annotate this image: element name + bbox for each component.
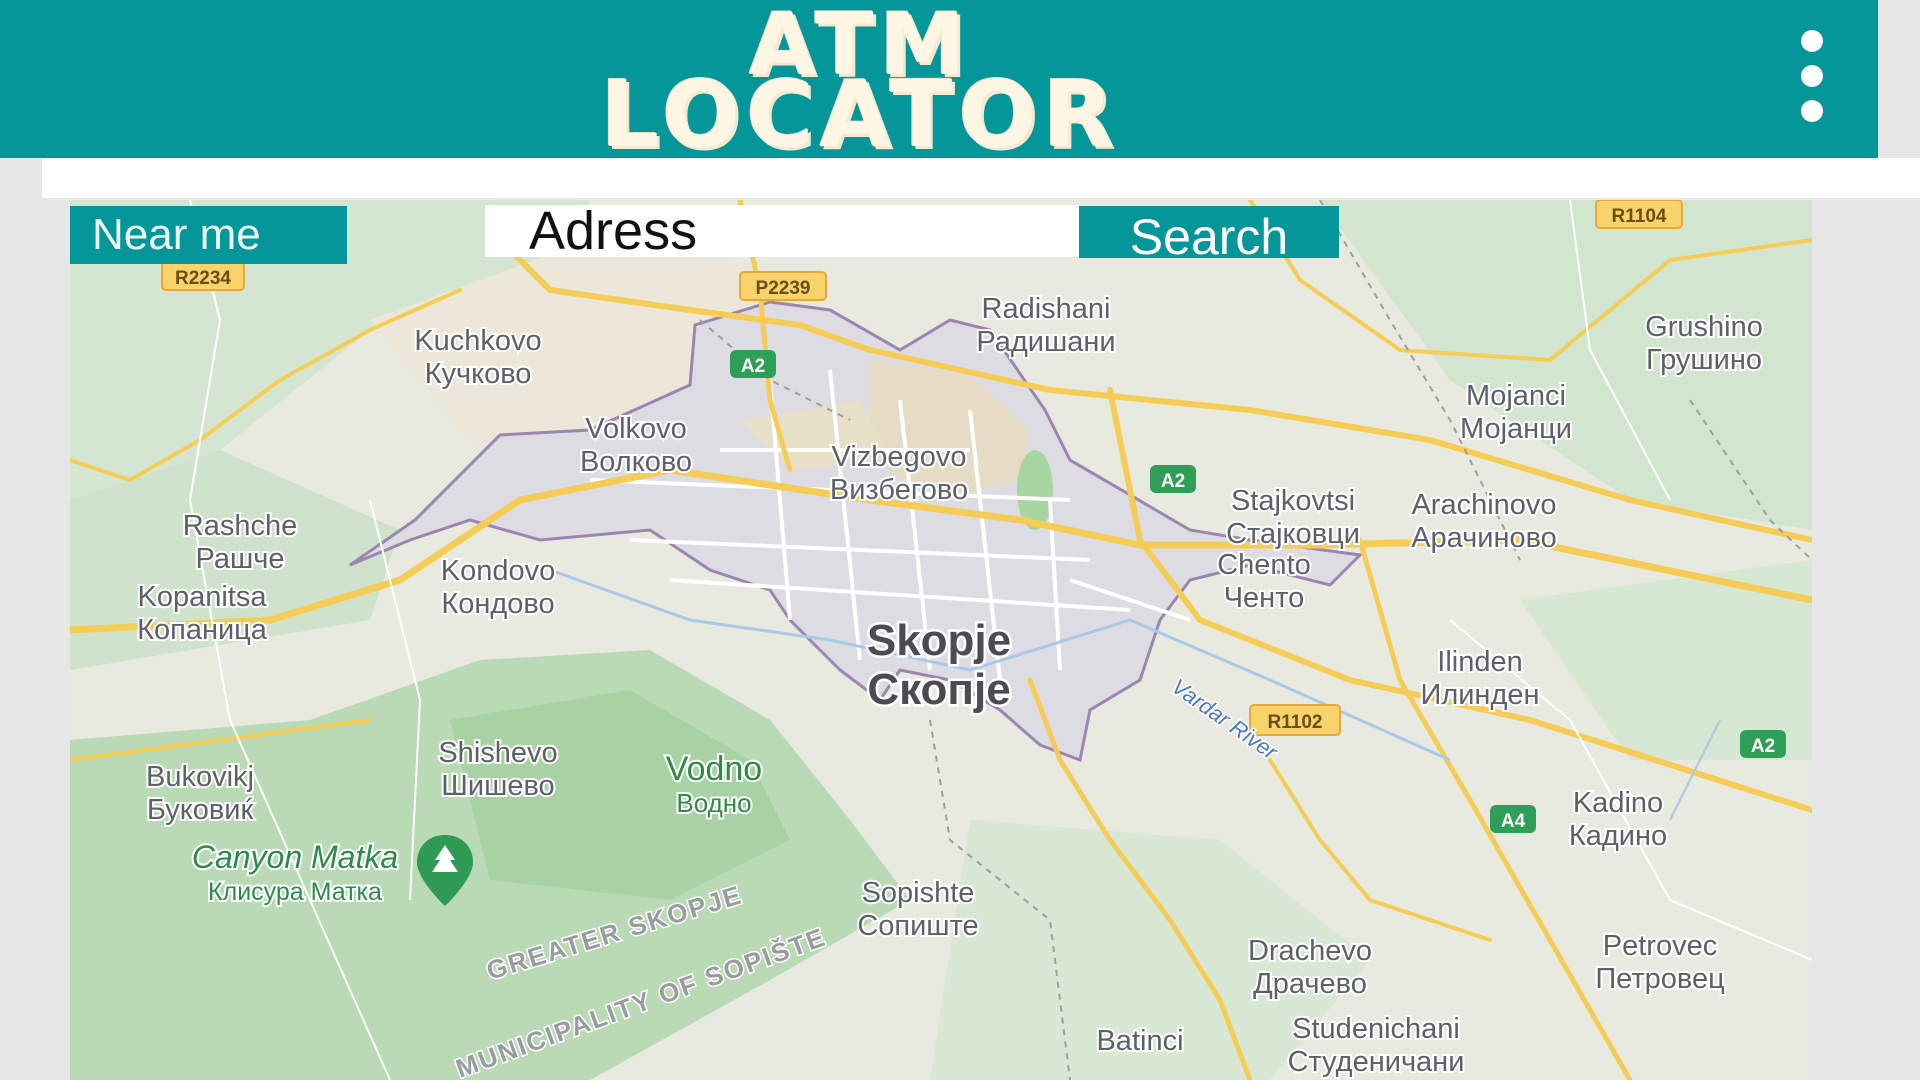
place-studenichani: Studenichani	[1292, 1013, 1460, 1045]
place-kondovo-cyr: Кондово	[441, 588, 554, 620]
place-drachevo-cyr: Драчево	[1253, 968, 1367, 1000]
canyon-cyrillic: Клисура Матка	[208, 878, 382, 906]
place-grushino: Grushino	[1645, 311, 1763, 343]
place-grushino-cyr: Грушино	[1646, 344, 1762, 376]
place-chento-cyr: Ченто	[1224, 582, 1305, 614]
svg-text:P2239: P2239	[756, 278, 811, 299]
place-petrovec-cyr: Петровец	[1595, 963, 1724, 995]
place-volkovo-cyr: Волково	[580, 446, 692, 478]
place-vizbegovo-cyr: Визбегово	[830, 474, 968, 506]
place-radishani-cyr: Радишани	[976, 326, 1115, 358]
place-petrovec: Petrovec	[1603, 930, 1717, 962]
city-label: Skopje Скопје	[864, 614, 1013, 717]
place-mojanci: Mojanci	[1466, 380, 1566, 412]
svg-text:A2: A2	[1161, 471, 1185, 492]
vodno-label: Vodno Водно	[664, 748, 764, 820]
svg-text:R1104: R1104	[1612, 206, 1667, 227]
place-batinci: Batinci	[1096, 1025, 1183, 1057]
place-chento: Chento	[1217, 549, 1311, 581]
near-me-button[interactable]: Near me	[70, 206, 347, 264]
vodno-cyrillic: Водно	[676, 788, 751, 818]
place-kopanitsa-cyr: Копаница	[137, 614, 268, 646]
svg-text:A2: A2	[1751, 736, 1775, 757]
app-title: ATM LOCATOR	[560, 2, 1160, 168]
svg-text:A4: A4	[1501, 811, 1526, 832]
place-rashche-cyr: Рашче	[195, 543, 284, 575]
road-badge-a2-1: A2	[730, 350, 776, 378]
city-label-latin: Skopje	[867, 616, 1011, 665]
place-ilinden-cyr: Илинден	[1420, 679, 1539, 711]
place-rashche: Rashche	[183, 510, 297, 542]
address-input[interactable]	[485, 205, 1079, 257]
svg-text:A2: A2	[741, 356, 765, 377]
svg-text:R2234: R2234	[175, 268, 231, 289]
place-drachevo: Drachevo	[1248, 935, 1372, 967]
place-radishani: Radishani	[982, 293, 1111, 325]
road-badge-p2239: P2239	[739, 271, 827, 301]
place-kuchkovo: Kuchkovo	[414, 325, 541, 357]
road-badge-a2-2: A2	[1150, 465, 1196, 493]
place-shishevo-cyr: Шишево	[441, 770, 554, 802]
road-badge-a2-3: A2	[1740, 730, 1786, 758]
place-arachinovo: Arachinovo	[1411, 489, 1556, 521]
kebab-menu-icon[interactable]	[1796, 28, 1826, 128]
place-sopishte: Sopishte	[862, 877, 975, 909]
place-sopishte-cyr: Сопиште	[857, 910, 978, 942]
road-badge-a4: A4	[1490, 805, 1536, 833]
city-label-cyrillic: Скопје	[867, 665, 1010, 714]
place-shishevo: Shishevo	[438, 737, 557, 769]
map-view[interactable]: R2234 P2239 A2 A2 R1102 A2 A4 R1104 Kuch…	[70, 200, 1812, 1080]
place-bukovikj: Bukovikj	[146, 761, 254, 793]
vodno-latin: Vodno	[666, 750, 762, 788]
place-stajkovtsi-cyr: Стајковци	[1226, 518, 1360, 550]
place-bukovikj-cyr: Буковиќ	[147, 794, 254, 826]
place-kadino: Kadino	[1573, 787, 1663, 819]
place-stajkovtsi: Stajkovtsi	[1231, 485, 1355, 517]
place-kopanitsa: Kopanitsa	[138, 581, 268, 613]
place-arachinovo-cyr: Арачиново	[1411, 522, 1557, 554]
canyon-matka-label: Canyon Matka Клисура Матка	[190, 837, 400, 908]
place-volkovo: Volkovo	[585, 413, 687, 445]
place-mojanci-cyr: Мојанци	[1460, 413, 1572, 445]
road-badge-r2234: R2234	[161, 261, 245, 291]
place-studenichani-cyr: Студеничани	[1288, 1046, 1465, 1078]
place-ilinden: Ilinden	[1437, 646, 1522, 678]
place-kondovo: Kondovo	[441, 555, 556, 587]
app-title-line2: LOCATOR	[600, 61, 1120, 168]
place-kuchkovo-cyr: Кучково	[425, 358, 532, 390]
place-kadino-cyr: Кадино	[1569, 820, 1667, 852]
canyon-latin: Canyon Matka	[192, 839, 398, 875]
place-vizbegovo: Vizbegovo	[832, 441, 967, 473]
road-badge-r1104: R1104	[1595, 200, 1683, 229]
svg-text:R1102: R1102	[1268, 712, 1323, 733]
search-button[interactable]: Search	[1079, 206, 1339, 258]
